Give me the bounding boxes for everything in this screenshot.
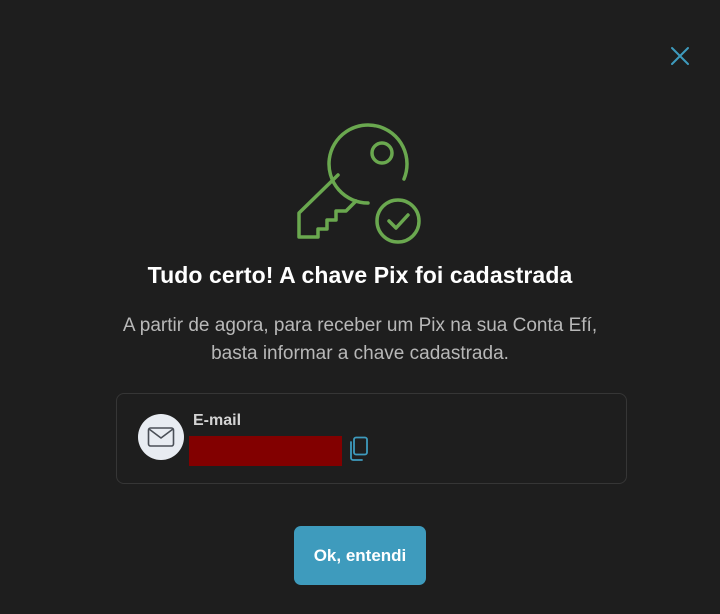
key-with-check-icon (297, 123, 421, 244)
success-dialog: Tudo certo! A chave Pix foi cadastrada A… (0, 0, 720, 614)
key-value (189, 436, 342, 466)
close-icon (671, 47, 689, 65)
mail-icon (147, 427, 175, 447)
pix-key-card: E-mail (116, 393, 627, 484)
close-button[interactable] (666, 42, 694, 70)
dialog-description: A partir de agora, para receber um Pix n… (122, 315, 598, 364)
dialog-title: Tudo certo! A chave Pix foi cadastrada (147, 262, 573, 288)
avatar (138, 414, 184, 460)
copy-icon (350, 436, 368, 461)
confirm-button[interactable]: Ok, entendi (294, 526, 426, 585)
key-type-label: E-mail (193, 412, 242, 429)
copy-button[interactable] (347, 436, 371, 462)
